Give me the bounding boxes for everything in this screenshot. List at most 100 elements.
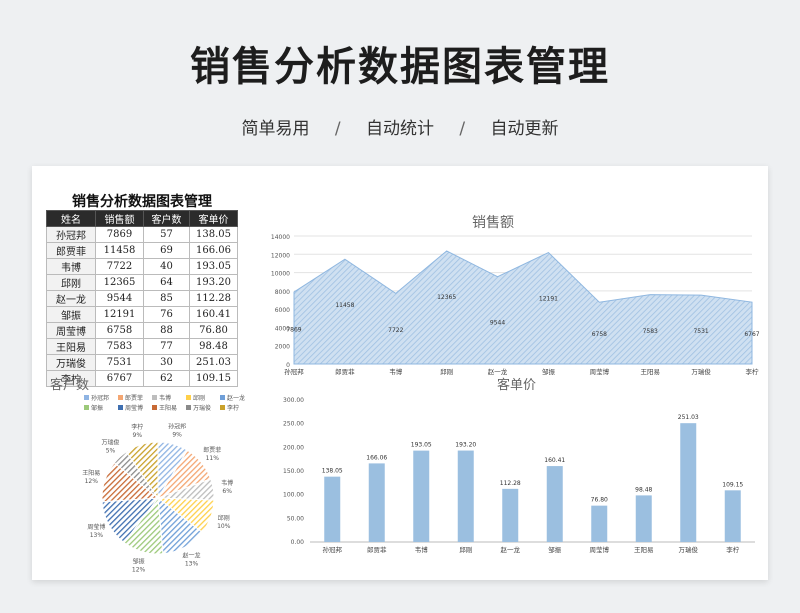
table-cell: 76.80 — [189, 322, 238, 339]
table-row: 韦博 7722 40 193.05 — [46, 258, 238, 275]
table-cell: 7531 — [95, 354, 144, 371]
y-tick-label: 10000 — [271, 271, 290, 278]
y-tick-label: 14000 — [271, 234, 290, 241]
table-row: 孙冠邦 7869 57 138.05 — [46, 226, 238, 243]
table-cell: 85 — [143, 290, 190, 307]
slice-label: 郎贾菲 — [203, 446, 221, 454]
tagline-item: 自动更新 — [490, 119, 559, 139]
slice-percent: 9% — [172, 432, 182, 439]
bar-value-label: 193.05 — [411, 442, 432, 449]
table-cell: 王阳易 — [46, 338, 96, 355]
x-tick-label: 郎贾菲 — [335, 367, 355, 376]
table-cell: 76 — [143, 306, 190, 323]
table-cell: 57 — [143, 226, 190, 243]
legend-swatch — [220, 405, 225, 410]
table-row: 周莹博 6758 88 76.80 — [46, 322, 238, 339]
sales-area-series — [293, 250, 753, 365]
x-tick-label: 邱刚 — [440, 367, 453, 376]
legend-label: 王阳易 — [159, 404, 177, 412]
x-tick-label: 赵一龙 — [501, 545, 521, 554]
legend-swatch — [84, 405, 89, 410]
y-tick-label: 250.00 — [283, 421, 304, 428]
slice-label: 赵一龙 — [183, 551, 201, 559]
table-cell: 77 — [143, 338, 190, 355]
slice-label: 王阳易 — [82, 469, 100, 477]
legend-swatch — [152, 405, 157, 410]
slice-percent: 12% — [132, 566, 146, 573]
slice-percent: 11% — [206, 455, 220, 462]
bar-value-label: 160.41 — [544, 457, 565, 464]
bar-value-label: 98.48 — [635, 486, 652, 493]
table-cell: 98.48 — [189, 338, 238, 355]
table-row: 万瑞俊 7531 30 251.03 — [46, 354, 238, 371]
bar — [502, 488, 519, 542]
table-cell: 12365 — [95, 274, 144, 291]
table-cell: 11458 — [95, 242, 144, 259]
data-label: 12365 — [437, 294, 456, 301]
table-cell: 赵一龙 — [46, 290, 96, 307]
slice-label: 孙冠邦 — [168, 423, 186, 431]
tagline-separator: / — [459, 119, 466, 139]
x-tick-label: 李柠 — [726, 545, 740, 554]
legend-label: 李柠 — [227, 404, 239, 412]
legend-swatch — [186, 395, 191, 400]
x-tick-label: 邹振 — [542, 367, 556, 376]
bar — [457, 450, 474, 542]
data-label: 7722 — [388, 327, 403, 334]
legend-label: 韦博 — [159, 394, 171, 402]
table-cell: 12191 — [95, 306, 144, 323]
table-cell: 64 — [143, 274, 190, 291]
table-cell: 7869 — [95, 226, 144, 243]
bar — [680, 423, 697, 542]
x-tick-label: 邱刚 — [459, 545, 472, 554]
table-cell: 88 — [143, 322, 190, 339]
slice-percent: 12% — [85, 478, 99, 485]
table-row: 王阳易 7583 77 98.48 — [46, 338, 238, 355]
x-tick-label: 周莹博 — [590, 367, 610, 376]
table-cell: 193.20 — [189, 274, 238, 291]
bar-value-label: 166.06 — [366, 454, 387, 461]
table-cell: 6758 — [95, 322, 144, 339]
table-row: 邱刚 12365 64 193.20 — [46, 274, 238, 291]
y-tick-label: 0.00 — [291, 539, 305, 546]
slice-percent: 9% — [133, 432, 143, 439]
legend-label: 邹振 — [91, 404, 103, 412]
column-header: 销售额 — [95, 210, 144, 227]
table-cell: 7722 — [95, 258, 144, 275]
table-cell: 112.28 — [189, 290, 238, 307]
table-row: 赵一龙 9544 85 112.28 — [46, 290, 238, 307]
table-cell: 40 — [143, 258, 190, 275]
data-table: 姓名 销售额 客户数 客单价 孙冠邦 7869 57 138.05 郎贾菲 11458 69… — [46, 210, 238, 387]
sheet-title: 销售分析数据图表管理 — [72, 194, 212, 210]
data-label: 7583 — [643, 328, 658, 335]
table-cell: 160.41 — [189, 306, 238, 323]
y-tick-label: 2000 — [275, 344, 290, 351]
tagline-item: 自动统计 — [366, 119, 434, 139]
bar — [368, 463, 385, 542]
table-cell: 193.05 — [189, 258, 238, 275]
slice-label: 邹振 — [133, 557, 145, 565]
legend-label: 周莹博 — [125, 404, 143, 412]
bar — [591, 505, 608, 542]
x-tick-label: 孙冠邦 — [323, 545, 343, 554]
table-cell: 138.05 — [189, 226, 238, 243]
slice-percent: 6% — [222, 488, 232, 495]
slice-percent: 5% — [106, 448, 116, 455]
price-bar-chart: 0.00 50.00 100.00 150.00 200.00 250.00 300.00 1… — [283, 397, 755, 554]
slice-label: 邱刚 — [218, 514, 230, 522]
legend-swatch — [118, 395, 123, 400]
table-cell: 30 — [143, 354, 190, 371]
legend-label: 郎贾菲 — [125, 394, 143, 402]
data-label: 6767 — [744, 331, 759, 338]
table-cell: 9544 — [95, 290, 144, 307]
legend-label: 赵一龙 — [227, 394, 245, 402]
y-tick-label: 6000 — [275, 307, 290, 314]
tagline: 简单易用 / 自动统计 / 自动更新 — [0, 114, 800, 139]
x-tick-label: 万瑞俊 — [679, 545, 699, 554]
page-title: 销售分析数据图表管理 — [190, 44, 610, 90]
table-cell: 7583 — [95, 338, 144, 355]
legend-swatch — [84, 395, 89, 400]
column-header: 客户数 — [143, 210, 190, 227]
y-tick-label: 200.00 — [283, 444, 304, 451]
slice-percent: 13% — [90, 532, 104, 539]
